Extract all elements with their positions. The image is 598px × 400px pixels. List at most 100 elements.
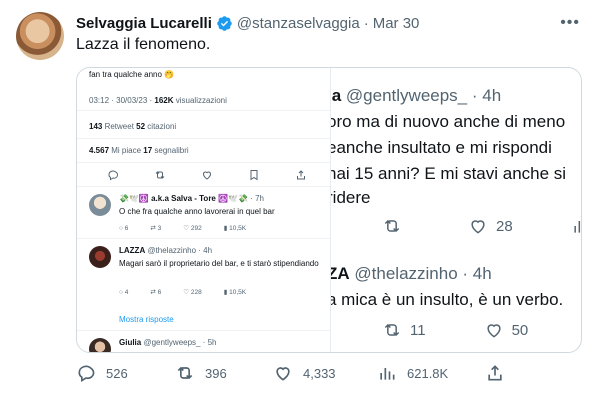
reply-text: O che fra qualche anno lavorerai in quel… bbox=[119, 207, 275, 216]
divider bbox=[77, 162, 330, 163]
share-icon bbox=[488, 365, 502, 381]
retweets-label: Retweet bbox=[102, 122, 137, 131]
reply-retweets: ⇄ 3 bbox=[150, 224, 162, 233]
heart-icon bbox=[276, 367, 290, 381]
like-stats: 4.567 Mi piace 17 segnalibri bbox=[89, 146, 189, 155]
reply-replies: ○ 4 bbox=[119, 288, 129, 296]
likes-count: 4.567 bbox=[89, 146, 110, 155]
divider bbox=[77, 330, 330, 331]
retweet-button[interactable]: 396 bbox=[175, 363, 273, 383]
reply-icon bbox=[78, 365, 95, 382]
bg-retweet: 11 bbox=[382, 320, 426, 340]
tweet-media[interactable]: ia @gentlyweeps_ · 4h oro ma di nuovo an… bbox=[76, 67, 582, 353]
bg-like: 50 bbox=[484, 320, 529, 340]
author-handle[interactable]: @stanzaselvaggia bbox=[237, 15, 360, 32]
bg-views bbox=[571, 216, 581, 236]
reply-meta: @gentlyweeps_ · 5h bbox=[141, 338, 217, 347]
bg-author-line: ia @gentlyweeps_ · 4h bbox=[327, 86, 501, 106]
reply-stats: ○ 4 ⇄ 6 ♡ 228 ▮ 10,5K bbox=[119, 288, 268, 297]
bg-actions-row: 11 50 bbox=[382, 320, 581, 340]
reply-header: LAZZA @thelazzinho · 4h bbox=[119, 246, 212, 255]
divider bbox=[77, 110, 330, 111]
retweet-icon bbox=[155, 171, 165, 179]
like-count: 4,333 bbox=[303, 365, 336, 381]
verified-icon bbox=[217, 15, 232, 31]
reply-avatar bbox=[89, 194, 111, 216]
share-icon bbox=[297, 170, 305, 180]
bg-retweet bbox=[382, 216, 410, 236]
tweet-actions: 526 396 4,333 621.8K bbox=[76, 363, 515, 383]
tweet-date[interactable]: Mar 30 bbox=[373, 15, 420, 32]
views-icon bbox=[380, 368, 395, 380]
reply-header: 💸🕊️☮️ a.k.a Salva - Tore ☮️🕊️💸 · 7h bbox=[119, 194, 264, 203]
reply-header: Giulia @gentlyweeps_ · 5h bbox=[119, 338, 217, 347]
show-replies-link[interactable]: Mostra risposte bbox=[119, 315, 174, 324]
reply-button[interactable]: 526 bbox=[76, 363, 175, 383]
bg-actions-row: 28 bbox=[382, 216, 581, 236]
divider bbox=[77, 238, 330, 239]
reply-avatar bbox=[89, 246, 111, 268]
bg-text-line: eanche insultato e mi rispondi bbox=[327, 138, 552, 157]
reply-likes: ♡ 292 bbox=[183, 224, 202, 233]
heart-icon bbox=[471, 220, 485, 234]
tweet-header: Selvaggia Lucarelli @stanzaselvaggia · M… bbox=[76, 12, 582, 34]
retweet-icon bbox=[384, 219, 400, 233]
views-count: 621.8K bbox=[407, 365, 449, 381]
bg-like: 28 bbox=[468, 216, 513, 236]
reply-text: Magari sarò il proprietario del bar, e t… bbox=[119, 259, 319, 268]
divider bbox=[77, 186, 330, 187]
citations-label: citazioni bbox=[145, 122, 177, 131]
reply-meta: @thelazzinho · 4h bbox=[145, 246, 213, 255]
tweet-text: Lazza il fenomeno. bbox=[76, 36, 211, 53]
reply-meta: · 7h bbox=[247, 194, 264, 203]
reply-views: ▮ 10,5K bbox=[223, 224, 247, 233]
reply-retweets: ⇄ 6 bbox=[150, 288, 162, 297]
bg-text-line: oro ma di nuovo anche di meno bbox=[327, 112, 566, 131]
views-icon bbox=[574, 221, 580, 233]
bookmarks-count: 17 bbox=[143, 146, 153, 155]
bg-author-line: ZA @thelazzinho · 4h bbox=[327, 264, 492, 284]
reply-avatar bbox=[89, 338, 111, 352]
tweet-meta: 03:12 · 30/03/23 · 162K visualizzazioni bbox=[89, 96, 227, 105]
views-button[interactable]: 621.8K bbox=[377, 363, 485, 383]
reply-author: LAZZA bbox=[119, 246, 146, 255]
meta-time: 03:12 · 30/03/23 · bbox=[89, 96, 155, 105]
separator-dot: · bbox=[363, 14, 369, 32]
divider bbox=[77, 138, 330, 139]
heart-icon bbox=[486, 324, 501, 338]
reply-count: 526 bbox=[106, 365, 128, 381]
reply-replies: ○ 6 bbox=[119, 224, 129, 232]
meta-views-label: visualizzazioni bbox=[173, 96, 227, 105]
bg-text-line: hai 15 anni? E mi stavi anche si bbox=[327, 164, 567, 183]
retweets-count: 143 bbox=[89, 122, 103, 131]
retweet-icon bbox=[177, 366, 193, 380]
author-avatar[interactable] bbox=[16, 12, 64, 60]
likes-label: Mi piace bbox=[109, 146, 144, 155]
bg-retweet-count: 11 bbox=[410, 321, 426, 339]
bg-like-count: 50 bbox=[511, 321, 529, 339]
bg-like-count: 28 bbox=[496, 217, 513, 235]
reply-likes: ♡ 228 bbox=[183, 288, 202, 297]
retweet-count: 396 bbox=[205, 365, 227, 381]
reply-views: ▮ 10,5K bbox=[223, 288, 247, 297]
retweet-stats: 143 Retweet 52 citazioni bbox=[89, 122, 176, 131]
more-icon[interactable]: ••• bbox=[560, 14, 580, 32]
front-actions-row bbox=[107, 169, 307, 181]
bg-author-handle: @gentlyweeps_ · 4h bbox=[345, 86, 502, 105]
bg-author-handle: @thelazzinho · 4h bbox=[354, 264, 492, 283]
bookmark-icon bbox=[250, 170, 258, 181]
front-screenshot: fan tra qualche anno 🤭 03:12 · 30/03/23 … bbox=[77, 68, 331, 352]
reply-icon bbox=[108, 170, 119, 181]
truncated-text: fan tra qualche anno 🤭 bbox=[89, 70, 175, 79]
reply-stats: ○ 6 ⇄ 3 ♡ 292 ▮ 10,5K bbox=[119, 224, 268, 233]
bg-text-line: ridere bbox=[327, 188, 371, 207]
meta-views: 162K bbox=[154, 96, 174, 105]
bg-text-line: a mica è un insulto, è un verbo. bbox=[327, 290, 564, 309]
citations-count: 52 bbox=[136, 122, 146, 131]
author-name[interactable]: Selvaggia Lucarelli bbox=[76, 15, 212, 32]
reply-author: 💸🕊️☮️ a.k.a Salva - Tore ☮️🕊️💸 bbox=[119, 194, 248, 203]
retweet-icon bbox=[384, 323, 400, 337]
heart-icon bbox=[202, 171, 212, 180]
share-button[interactable] bbox=[485, 363, 515, 383]
like-button[interactable]: 4,333 bbox=[273, 363, 377, 383]
